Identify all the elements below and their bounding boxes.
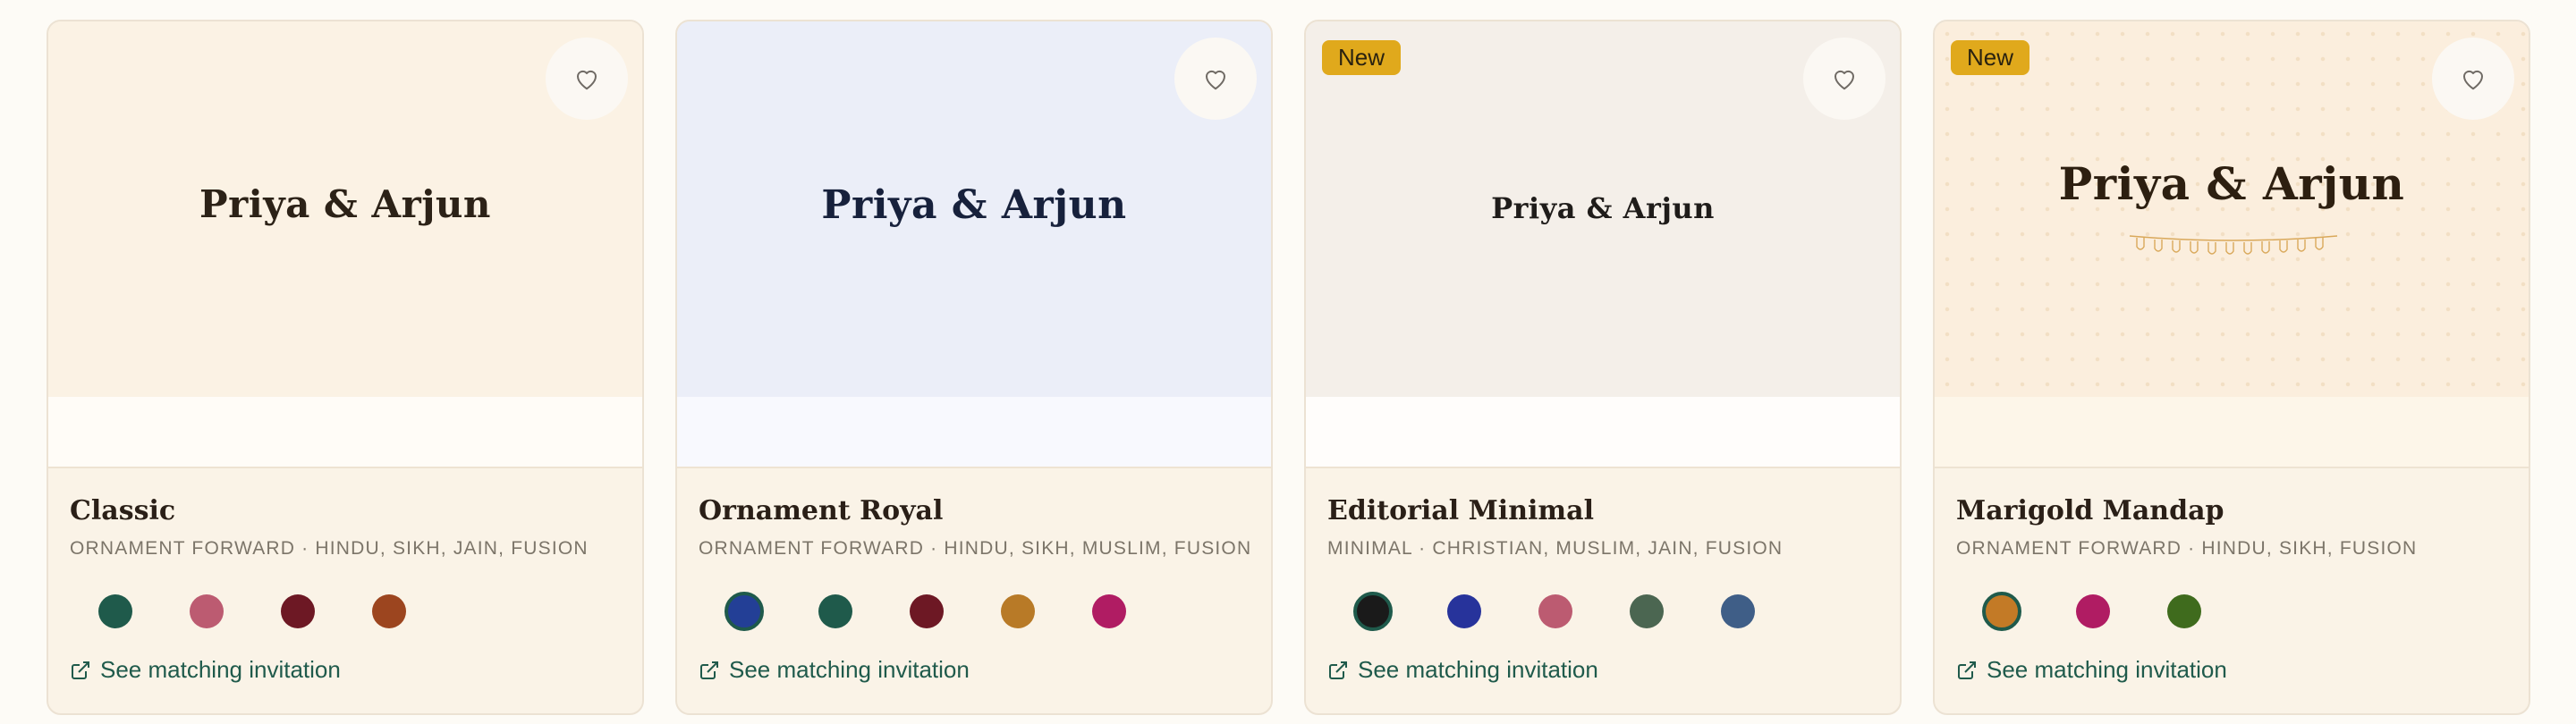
external-link-icon [1329, 661, 1347, 679]
color-swatch[interactable] [1721, 594, 1755, 628]
link-label: See matching invitation [1358, 656, 1598, 683]
favorite-button[interactable] [2432, 38, 2514, 120]
card-preview[interactable]: New Priya & Arjun [1935, 21, 2529, 397]
color-swatches [699, 592, 1155, 631]
preview-strip [48, 397, 642, 468]
color-swatch[interactable] [281, 594, 315, 628]
color-swatch[interactable] [98, 594, 132, 628]
template-subtitle: ORNAMENT FORWARD · HINDU, SIKH, FUSION [1956, 538, 2418, 559]
template-card-ornament-royal[interactable]: Priya & Arjun Ornament Royal ORNAMENT FO… [675, 20, 1273, 715]
color-swatch-selected[interactable] [1353, 592, 1393, 631]
see-matching-invitation-link[interactable]: See matching invitation [1327, 656, 1598, 684]
preview-strip [1935, 397, 2529, 468]
external-link-icon [700, 661, 718, 679]
link-label: See matching invitation [729, 656, 970, 683]
heart-icon [1835, 70, 1854, 90]
external-link-icon [72, 661, 89, 679]
color-swatch[interactable] [910, 594, 944, 628]
template-subtitle: ORNAMENT FORWARD · HINDU, SIKH, MUSLIM, … [699, 538, 1252, 559]
card-info: Marigold Mandap ORNAMENT FORWARD · HINDU… [1935, 468, 2529, 713]
favorite-button[interactable] [1174, 38, 1257, 120]
color-swatch[interactable] [1538, 594, 1572, 628]
template-subtitle: ORNAMENT FORWARD · HINDU, SIKH, JAIN, FU… [70, 538, 589, 559]
preview-names: Priya & Arjun [199, 182, 491, 226]
preview-names: Priya & Arjun [1491, 191, 1715, 225]
color-swatches [1956, 592, 2230, 631]
preview-strip [677, 397, 1271, 468]
card-info: Ornament Royal ORNAMENT FORWARD · HINDU,… [677, 468, 1271, 713]
template-title: Classic [70, 495, 176, 526]
link-label: See matching invitation [100, 656, 341, 683]
color-swatch[interactable] [1092, 594, 1126, 628]
favorite-button[interactable] [546, 38, 628, 120]
color-swatch[interactable] [1630, 594, 1664, 628]
color-swatch[interactable] [2076, 594, 2110, 628]
heart-icon [577, 70, 597, 90]
color-swatch[interactable] [818, 594, 852, 628]
heart-icon [1206, 70, 1225, 90]
card-info: Classic ORNAMENT FORWARD · HINDU, SIKH, … [48, 468, 642, 713]
color-swatch[interactable] [190, 594, 224, 628]
see-matching-invitation-link[interactable]: See matching invitation [1956, 656, 2227, 684]
card-info: Editorial Minimal MINIMAL · CHRISTIAN, M… [1306, 468, 1900, 713]
color-swatches [70, 592, 435, 631]
template-grid: Priya & Arjun Classic ORNAMENT FORWARD ·… [47, 20, 2530, 715]
preview-strip [1306, 397, 1900, 468]
template-card-editorial-minimal[interactable]: New Priya & Arjun Editorial Minimal MINI… [1304, 20, 1902, 715]
preview-names: Priya & Arjun [821, 182, 1127, 228]
template-title: Ornament Royal [699, 495, 944, 526]
color-swatch-selected[interactable] [1982, 592, 2021, 631]
preview-names: Priya & Arjun [2058, 157, 2405, 210]
see-matching-invitation-link[interactable]: See matching invitation [70, 656, 341, 684]
template-title: Marigold Mandap [1956, 495, 2224, 526]
heart-icon [2463, 70, 2483, 90]
color-swatch[interactable] [1447, 594, 1481, 628]
color-swatches [1327, 592, 1784, 631]
color-swatch-selected[interactable] [724, 592, 764, 631]
new-badge: New [1322, 40, 1402, 75]
template-card-classic[interactable]: Priya & Arjun Classic ORNAMENT FORWARD ·… [47, 20, 644, 715]
card-preview[interactable]: New Priya & Arjun [1306, 21, 1900, 397]
link-label: See matching invitation [1987, 656, 2227, 683]
marigold-garland-ornament [2129, 235, 2338, 255]
color-swatch[interactable] [2167, 594, 2201, 628]
template-subtitle: MINIMAL · CHRISTIAN, MUSLIM, JAIN, FUSIO… [1327, 538, 1784, 559]
new-badge: New [1951, 40, 2030, 75]
template-title: Editorial Minimal [1327, 495, 1594, 526]
see-matching-invitation-link[interactable]: See matching invitation [699, 656, 970, 684]
color-swatch[interactable] [1001, 594, 1035, 628]
card-preview[interactable]: Priya & Arjun [677, 21, 1271, 397]
template-card-marigold-mandap[interactable]: New Priya & Arjun Marigold Mandap ORNAME… [1933, 20, 2530, 715]
card-preview[interactable]: Priya & Arjun [48, 21, 642, 397]
color-swatch[interactable] [372, 594, 406, 628]
external-link-icon [1958, 661, 1976, 679]
favorite-button[interactable] [1803, 38, 1885, 120]
